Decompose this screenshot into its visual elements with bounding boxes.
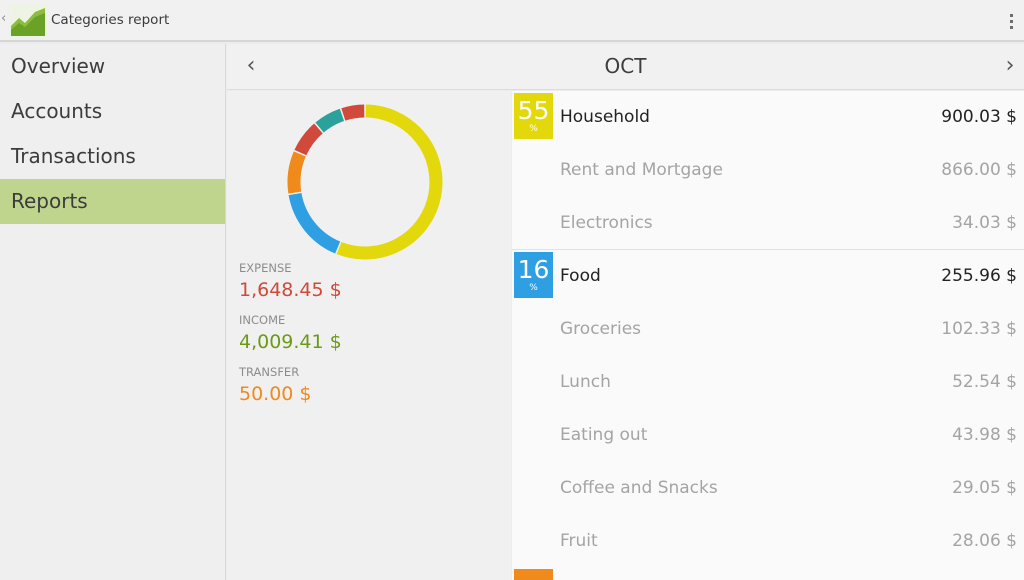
- sidebar: Overview Accounts Transactions Reports: [0, 44, 226, 580]
- category-amount: 255.96 $: [941, 266, 1017, 286]
- action-bar: ‹ Categories report: [0, 0, 1024, 42]
- sidebar-item-overview[interactable]: Overview: [0, 44, 225, 89]
- category-name: Food: [560, 266, 601, 286]
- expense-label: EXPENSE: [239, 261, 292, 275]
- subcategory-amount: 52.54 $: [952, 372, 1017, 392]
- subcategory-row[interactable]: Rent and Mortgage 866.00 $: [512, 144, 1024, 197]
- subcategory-name: Fruit: [560, 531, 598, 551]
- expense-value: 1,648.45 $: [239, 279, 342, 301]
- donut-segment-0: [336, 104, 443, 260]
- sidebar-item-accounts[interactable]: Accounts: [0, 89, 225, 134]
- transfer-value: 50.00 $: [239, 383, 312, 405]
- donut-segment-4: [315, 108, 345, 133]
- transfer-label: TRANSFER: [239, 365, 300, 379]
- period-label: OCT: [604, 54, 647, 78]
- subcategory-name: Coffee and Snacks: [560, 478, 718, 498]
- percent-value: 55: [517, 96, 550, 125]
- percent-value: 16: [517, 255, 550, 284]
- percent-sign: %: [529, 124, 538, 134]
- category-donut-chart: [287, 104, 443, 260]
- subcategory-row[interactable]: Electronics 34.03 $: [512, 197, 1024, 250]
- percent-badge: 55 %: [514, 93, 553, 139]
- app-title: Categories report: [51, 12, 170, 28]
- sidebar-item-transactions[interactable]: Transactions: [0, 134, 225, 179]
- subcategory-amount: 34.03 $: [952, 213, 1017, 233]
- subcategory-row[interactable]: Eating out 43.98 $: [512, 409, 1024, 462]
- subcategory-amount: 866.00 $: [941, 160, 1017, 180]
- sidebar-item-reports[interactable]: Reports: [0, 179, 225, 224]
- category-name: Household: [560, 107, 650, 127]
- app-logo-icon[interactable]: [9, 4, 47, 38]
- income-value: 4,009.41 $: [239, 331, 342, 353]
- next-category-badge: [514, 569, 553, 580]
- percent-badge: 16 %: [514, 252, 553, 298]
- subcategory-name: Eating out: [560, 425, 648, 445]
- subcategory-row[interactable]: Coffee and Snacks 29.05 $: [512, 462, 1024, 515]
- subcategory-name: Groceries: [560, 319, 642, 339]
- income-label: INCOME: [239, 313, 286, 327]
- donut-segment-1: [288, 192, 341, 254]
- subcategory-name: Electronics: [560, 213, 653, 233]
- subcategory-amount: 43.98 $: [952, 425, 1017, 445]
- next-month-button[interactable]: ›: [998, 52, 1022, 82]
- up-navigation-icon[interactable]: ‹: [1, 11, 6, 26]
- subcategory-row[interactable]: Lunch 52.54 $: [512, 356, 1024, 409]
- subcategory-amount: 102.33 $: [941, 319, 1017, 339]
- overflow-menu-icon[interactable]: [1004, 9, 1018, 33]
- donut-segment-2: [287, 151, 306, 194]
- summary-panel: EXPENSE 1,648.45 $ INCOME 4,009.41 $ TRA…: [227, 91, 511, 580]
- category-list[interactable]: 55 % Household 900.03 $ Rent and Mortgag…: [512, 91, 1024, 580]
- subcategory-name: Lunch: [560, 372, 611, 392]
- period-selector: ‹ OCT ›: [227, 44, 1024, 90]
- category-row-food[interactable]: 16 % Food 255.96 $: [512, 249, 1024, 302]
- percent-sign: %: [529, 283, 538, 293]
- subcategory-amount: 29.05 $: [952, 478, 1017, 498]
- category-amount: 900.03 $: [941, 107, 1017, 127]
- donut-segment-3: [294, 123, 323, 156]
- subcategory-name: Rent and Mortgage: [560, 160, 723, 180]
- subcategory-row[interactable]: Fruit 28.06 $: [512, 515, 1024, 568]
- subcategory-amount: 28.06 $: [952, 531, 1017, 551]
- subcategory-row[interactable]: Groceries 102.33 $: [512, 303, 1024, 356]
- category-row-household[interactable]: 55 % Household 900.03 $: [512, 91, 1024, 144]
- donut-segment-5: [341, 104, 365, 121]
